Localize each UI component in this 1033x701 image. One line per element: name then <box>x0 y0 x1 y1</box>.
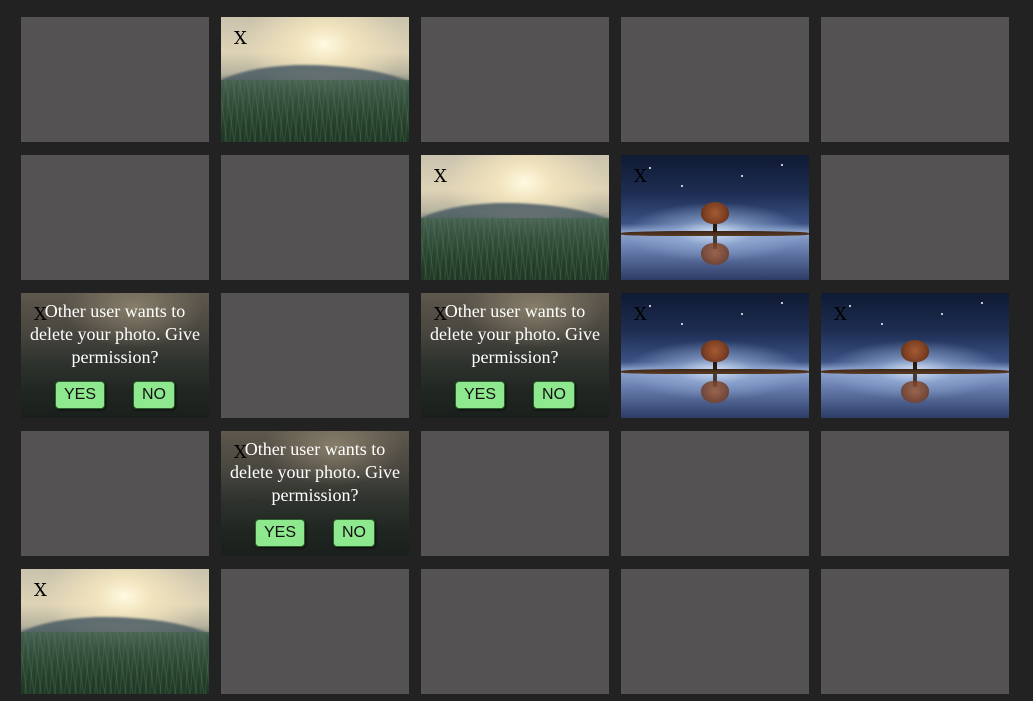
tile-empty <box>621 431 809 556</box>
no-button[interactable]: NO <box>333 519 375 547</box>
tile-empty <box>421 17 609 142</box>
tile-empty <box>221 293 409 418</box>
photo-tile-meadow[interactable]: X <box>21 569 209 694</box>
no-button[interactable]: NO <box>533 381 575 409</box>
tile-empty <box>621 569 809 694</box>
permission-message: Other user wants to delete your photo. G… <box>430 301 600 367</box>
no-button[interactable]: NO <box>133 381 175 409</box>
photo-tile-permission-request: X Other user wants to delete your photo.… <box>221 431 409 556</box>
delete-photo-button[interactable]: X <box>234 30 247 48</box>
permission-dialog: Other user wants to delete your photo. G… <box>21 300 209 409</box>
photo-tile-tree[interactable]: X <box>621 293 809 418</box>
delete-photo-button[interactable]: X <box>834 306 847 324</box>
photo-tile-permission-request: X Other user wants to delete your photo.… <box>421 293 609 418</box>
yes-button[interactable]: YES <box>454 381 505 409</box>
tile-empty <box>21 17 209 142</box>
tile-empty <box>821 155 1009 280</box>
yes-button[interactable]: YES <box>254 519 305 547</box>
photo-tile-meadow[interactable]: X <box>221 17 409 142</box>
tile-empty <box>221 155 409 280</box>
tile-empty <box>221 569 409 694</box>
tile-empty <box>821 431 1009 556</box>
photo-tile-permission-request: X Other user wants to delete your photo.… <box>21 293 209 418</box>
photo-tile-tree[interactable]: X <box>821 293 1009 418</box>
photo-tile-meadow[interactable]: X <box>421 155 609 280</box>
yes-button[interactable]: YES <box>54 381 105 409</box>
tile-empty <box>821 17 1009 142</box>
tile-empty <box>421 431 609 556</box>
permission-dialog: Other user wants to delete your photo. G… <box>221 438 409 547</box>
photo-grid: X X X X Other user wants to delete your … <box>21 17 1009 694</box>
permission-message: Other user wants to delete your photo. G… <box>230 439 400 505</box>
delete-photo-button[interactable]: X <box>634 168 647 186</box>
permission-message: Other user wants to delete your photo. G… <box>30 301 200 367</box>
delete-photo-button[interactable]: X <box>434 168 447 186</box>
tile-empty <box>21 155 209 280</box>
tile-empty <box>21 431 209 556</box>
delete-photo-button[interactable]: X <box>34 582 47 600</box>
delete-photo-button[interactable]: X <box>634 306 647 324</box>
photo-tile-tree[interactable]: X <box>621 155 809 280</box>
tile-empty <box>421 569 609 694</box>
permission-dialog: Other user wants to delete your photo. G… <box>421 300 609 409</box>
tile-empty <box>621 17 809 142</box>
tile-empty <box>821 569 1009 694</box>
